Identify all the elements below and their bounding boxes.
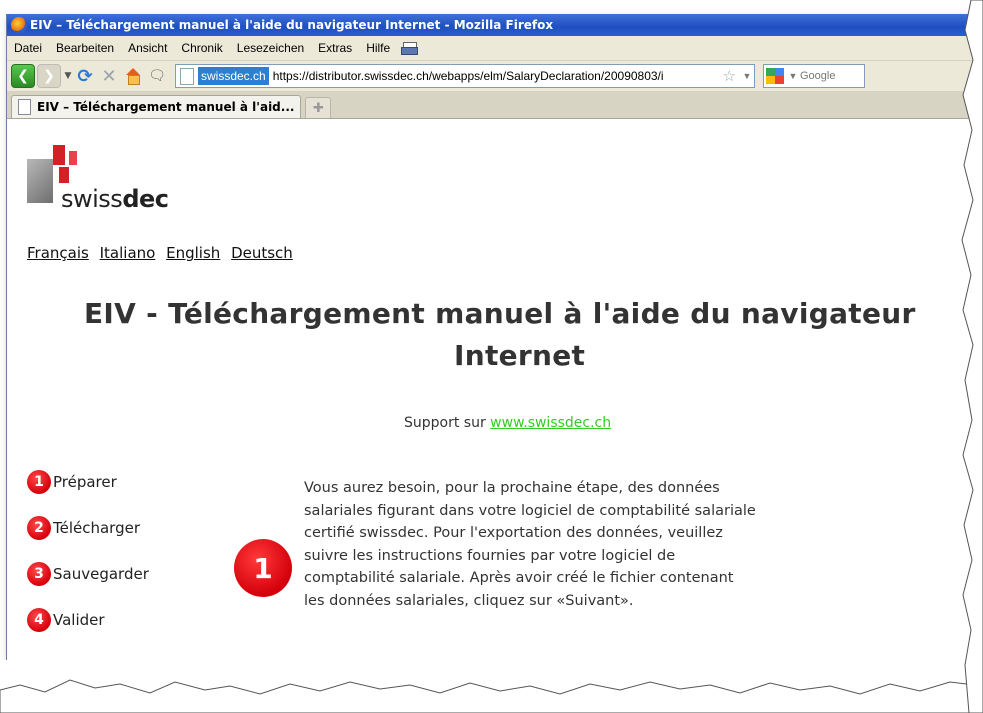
instructions-line: les données salariales, cliquez sur «Sui…: [304, 592, 634, 609]
tab-current[interactable]: EIV – Téléchargement manuel à l'aid...: [11, 95, 302, 118]
title-bar: EIV – Téléchargement manuel à l'aide du …: [7, 14, 983, 36]
menu-lesezeichen[interactable]: Lesezeichen: [230, 41, 311, 55]
stop-icon[interactable]: ✕: [97, 66, 121, 87]
tab-label: EIV – Téléchargement manuel à l'aid...: [37, 100, 295, 114]
url-dropdown-icon[interactable]: ▼: [740, 71, 754, 81]
menu-bar: Datei Bearbeiten Ansicht Chronik Lesezei…: [7, 36, 983, 61]
lang-link-francais[interactable]: Français: [27, 244, 89, 262]
back-button[interactable]: ❮: [11, 64, 35, 88]
page-title-line2: Internet: [454, 339, 586, 372]
logo-text-bold: dec: [122, 185, 169, 213]
step-item: 2 Télécharger: [27, 505, 149, 551]
menu-bearbeiten[interactable]: Bearbeiten: [49, 41, 121, 55]
page-content: swissdec Français Italiano English Deuts…: [7, 119, 983, 679]
lang-link-deutsch[interactable]: Deutsch: [231, 244, 293, 262]
step-label: Valider: [53, 611, 105, 629]
step-number-badge: 3: [27, 562, 51, 586]
instructions-text: Vous aurez besoin, pour la prochaine éta…: [304, 477, 864, 612]
new-tab-button[interactable]: ✚: [305, 97, 332, 118]
support-line: Support sur www.swissdec.ch: [404, 415, 611, 431]
search-engine-dropdown-icon[interactable]: ▼: [786, 71, 800, 81]
google-icon[interactable]: [766, 68, 784, 84]
menu-ansicht[interactable]: Ansicht: [121, 41, 174, 55]
instructions-line: Vous aurez besoin, pour la prochaine éta…: [304, 480, 720, 496]
logo-shape: [69, 151, 77, 165]
torn-edge-right: [961, 0, 983, 713]
logo-shape: [27, 159, 53, 203]
language-links: Français Italiano English Deutsch: [27, 244, 299, 262]
tab-bar: EIV – Téléchargement manuel à l'aid... ✚: [7, 92, 983, 119]
lang-link-italiano[interactable]: Italiano: [100, 244, 156, 262]
chat-bubble-icon[interactable]: 🗨: [145, 68, 169, 84]
print-icon[interactable]: [401, 42, 419, 55]
firefox-icon: [11, 17, 27, 33]
menu-datei[interactable]: Datei: [7, 41, 49, 55]
url-input[interactable]: https://distributor.swissdec.ch/webapps/…: [269, 69, 723, 83]
page-icon: [18, 99, 31, 115]
logo-text-light: swiss: [61, 185, 123, 213]
site-identity-badge[interactable]: swissdec.ch: [198, 67, 269, 85]
step-item: 4 Valider: [27, 597, 149, 643]
address-bar[interactable]: swissdec.ch https://distributor.swissdec…: [175, 64, 755, 88]
torn-edge-bottom: [0, 660, 983, 713]
support-link[interactable]: www.swissdec.ch: [490, 415, 611, 431]
step-number-badge: 4: [27, 608, 51, 632]
step-list: 1 Préparer 2 Télécharger 3 Sauvegarder 4…: [27, 459, 149, 643]
logo-shape: [59, 167, 69, 183]
navigation-toolbar: ❮ ❯ ▼ ⟳ ✕ 🗨 swissdec.ch https://distribu…: [7, 61, 983, 92]
step-number-badge: 1: [27, 470, 51, 494]
page-icon: [180, 67, 194, 85]
step-label: Sauvegarder: [53, 565, 149, 583]
step-label: Préparer: [53, 473, 117, 491]
search-box[interactable]: ▼ Google: [763, 64, 865, 88]
instructions-line: certifié swissdec. Pour l'exportation de…: [304, 525, 723, 541]
reload-icon[interactable]: ⟳: [73, 66, 97, 87]
page-title-line1: EIV - Téléchargement manuel à l'aide du …: [84, 297, 916, 330]
home-icon[interactable]: [121, 65, 145, 87]
window-title: EIV – Téléchargement manuel à l'aide du …: [30, 18, 554, 32]
step-item: 1 Préparer: [27, 459, 149, 505]
instructions-line: comptabilité salariale. Après avoir créé…: [304, 570, 734, 586]
lang-link-english[interactable]: English: [166, 244, 220, 262]
menu-extras[interactable]: Extras: [311, 41, 359, 55]
step-item: 3 Sauvegarder: [27, 551, 149, 597]
search-input[interactable]: Google: [800, 70, 835, 82]
instructions-line: salariales figurant dans votre logiciel …: [304, 502, 756, 519]
step-number-badge: 2: [27, 516, 51, 540]
menu-hilfe[interactable]: Hilfe: [359, 41, 397, 55]
swissdec-logo[interactable]: swissdec: [27, 139, 169, 219]
forward-button[interactable]: ❯: [37, 64, 61, 88]
step-label: Télécharger: [53, 519, 141, 537]
support-label: Support sur: [404, 415, 491, 431]
history-dropdown-icon[interactable]: ▼: [63, 71, 73, 81]
current-step-badge: 1: [234, 539, 292, 597]
instructions-line: suivre les instructions fournies par vot…: [304, 547, 676, 564]
logo-wordmark: swissdec: [61, 185, 169, 213]
bookmark-star-icon[interactable]: ☆: [723, 67, 736, 85]
menu-chronik[interactable]: Chronik: [174, 41, 229, 55]
logo-shape: [53, 145, 65, 165]
browser-window: EIV – Téléchargement manuel à l'aide du …: [6, 14, 983, 694]
